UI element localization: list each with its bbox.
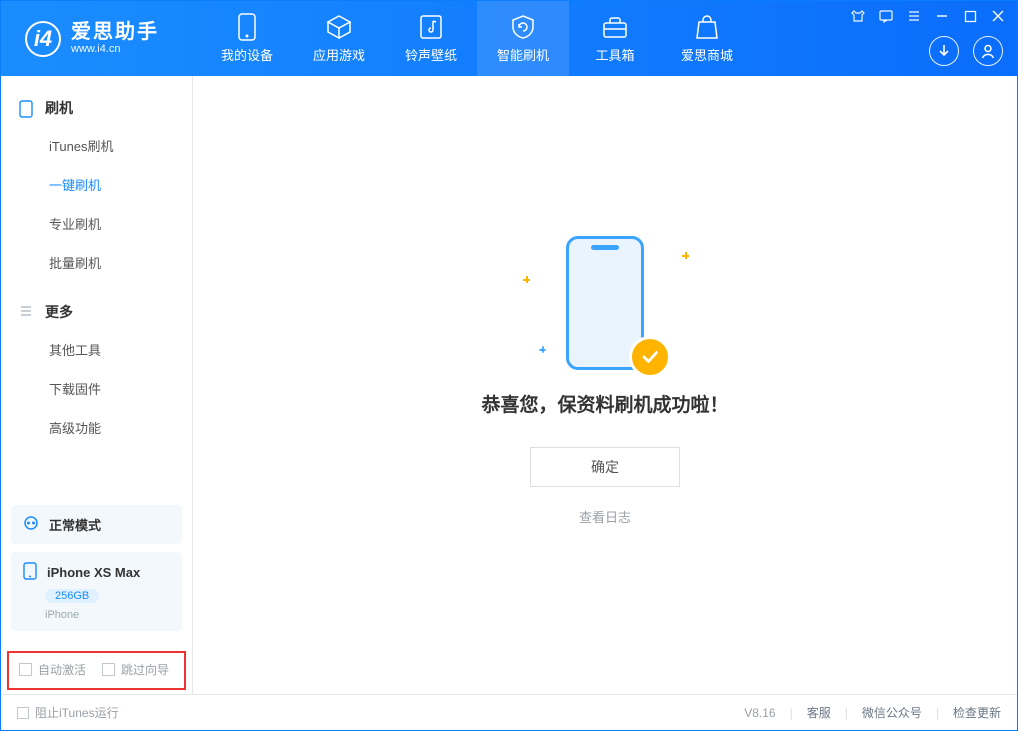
body: 刷机 iTunes刷机 一键刷机 专业刷机 批量刷机 更多 其他工具 下载固件 … [1, 76, 1017, 694]
logo-text-cn: 爱思助手 [71, 21, 159, 43]
view-log-link[interactable]: 查看日志 [579, 507, 631, 526]
feedback-icon[interactable] [877, 7, 895, 25]
checkbox-auto-activate[interactable]: 自动激活 [19, 661, 86, 678]
app-window: { "logo": { "cn": "爱思助手", "en": "www.i4.… [0, 0, 1018, 731]
phone-small-icon [19, 100, 35, 116]
checkbox-icon [102, 663, 115, 676]
sidebar-item-onekey[interactable]: 一键刷机 [1, 165, 192, 204]
check-badge-icon [629, 336, 671, 378]
sidebar-item-adv[interactable]: 高级功能 [1, 408, 192, 447]
refresh-shield-icon [509, 13, 537, 41]
cube-icon [325, 13, 353, 41]
ok-button[interactable]: 确定 [530, 447, 680, 487]
sidebar-item-other[interactable]: 其他工具 [1, 330, 192, 369]
checkbox-block-itunes[interactable]: 阻止iTunes运行 [17, 704, 119, 721]
close-icon[interactable] [989, 7, 1007, 25]
device-type: iPhone [45, 609, 170, 621]
header: i4 爱思助手 www.i4.cn 我的设备 应用游戏 铃声壁纸 智能刷机 [1, 1, 1017, 76]
sidebar-item-itunes[interactable]: iTunes刷机 [1, 126, 192, 165]
success-illustration [545, 236, 665, 376]
window-controls [849, 7, 1007, 25]
device-row[interactable]: iPhone XS Max 256GB iPhone [11, 552, 182, 631]
version-label: V8.16 [744, 706, 775, 720]
device-block: 正常模式 iPhone XS Max 256GB iPhone [1, 495, 192, 649]
support-link[interactable]: 客服 [807, 704, 831, 721]
nav-tools[interactable]: 工具箱 [569, 1, 661, 76]
toolbox-icon [601, 13, 629, 41]
device-name: iPhone XS Max [47, 565, 140, 580]
checkbox-icon [17, 707, 29, 719]
maximize-icon[interactable] [961, 7, 979, 25]
mode-icon [23, 515, 39, 534]
download-button[interactable] [929, 36, 959, 66]
checkbox-skip-guide[interactable]: 跳过向导 [102, 661, 169, 678]
device-icon [23, 562, 37, 583]
sidebar-item-firmware[interactable]: 下载固件 [1, 369, 192, 408]
menu-icon[interactable] [905, 7, 923, 25]
sidebar-item-batch[interactable]: 批量刷机 [1, 243, 192, 282]
logo-icon: i4 [25, 21, 61, 57]
nav-device[interactable]: 我的设备 [201, 1, 293, 76]
success-message: 恭喜您，保资料刷机成功啦！ [481, 390, 728, 417]
main-panel: 恭喜您，保资料刷机成功啦！ 确定 查看日志 [193, 76, 1017, 694]
sparkle-icon [682, 252, 689, 259]
highlighted-checkbox-row: 自动激活 跳过向导 [7, 651, 186, 690]
update-link[interactable]: 检查更新 [953, 704, 1001, 721]
music-icon [417, 13, 445, 41]
skin-icon[interactable] [849, 7, 867, 25]
nav-apps[interactable]: 应用游戏 [293, 1, 385, 76]
phone-icon [233, 13, 261, 41]
nav-ring[interactable]: 铃声壁纸 [385, 1, 477, 76]
sparkle-icon [523, 276, 530, 283]
sidebar-group-flash: 刷机 [1, 90, 192, 126]
sparkle-icon [539, 346, 545, 352]
wechat-link[interactable]: 微信公众号 [862, 704, 922, 721]
mode-label: 正常模式 [49, 515, 101, 534]
sidebar: 刷机 iTunes刷机 一键刷机 专业刷机 批量刷机 更多 其他工具 下载固件 … [1, 76, 193, 694]
footer: 阻止iTunes运行 V8.16 | 客服 | 微信公众号 | 检查更新 [1, 694, 1017, 730]
nav: 我的设备 应用游戏 铃声壁纸 智能刷机 工具箱 爱思商城 [201, 1, 753, 76]
list-icon [19, 304, 35, 320]
device-storage-badge: 256GB [45, 589, 99, 603]
nav-store[interactable]: 爱思商城 [661, 1, 753, 76]
minimize-icon[interactable] [933, 7, 951, 25]
sidebar-item-pro[interactable]: 专业刷机 [1, 204, 192, 243]
logo[interactable]: i4 爱思助手 www.i4.cn [1, 21, 201, 57]
user-button[interactable] [973, 36, 1003, 66]
nav-flash[interactable]: 智能刷机 [477, 1, 569, 76]
logo-text-en: www.i4.cn [71, 43, 159, 55]
sidebar-group-more: 更多 [1, 294, 192, 330]
checkbox-icon [19, 663, 32, 676]
bag-icon [693, 13, 721, 41]
mode-row[interactable]: 正常模式 [11, 505, 182, 544]
